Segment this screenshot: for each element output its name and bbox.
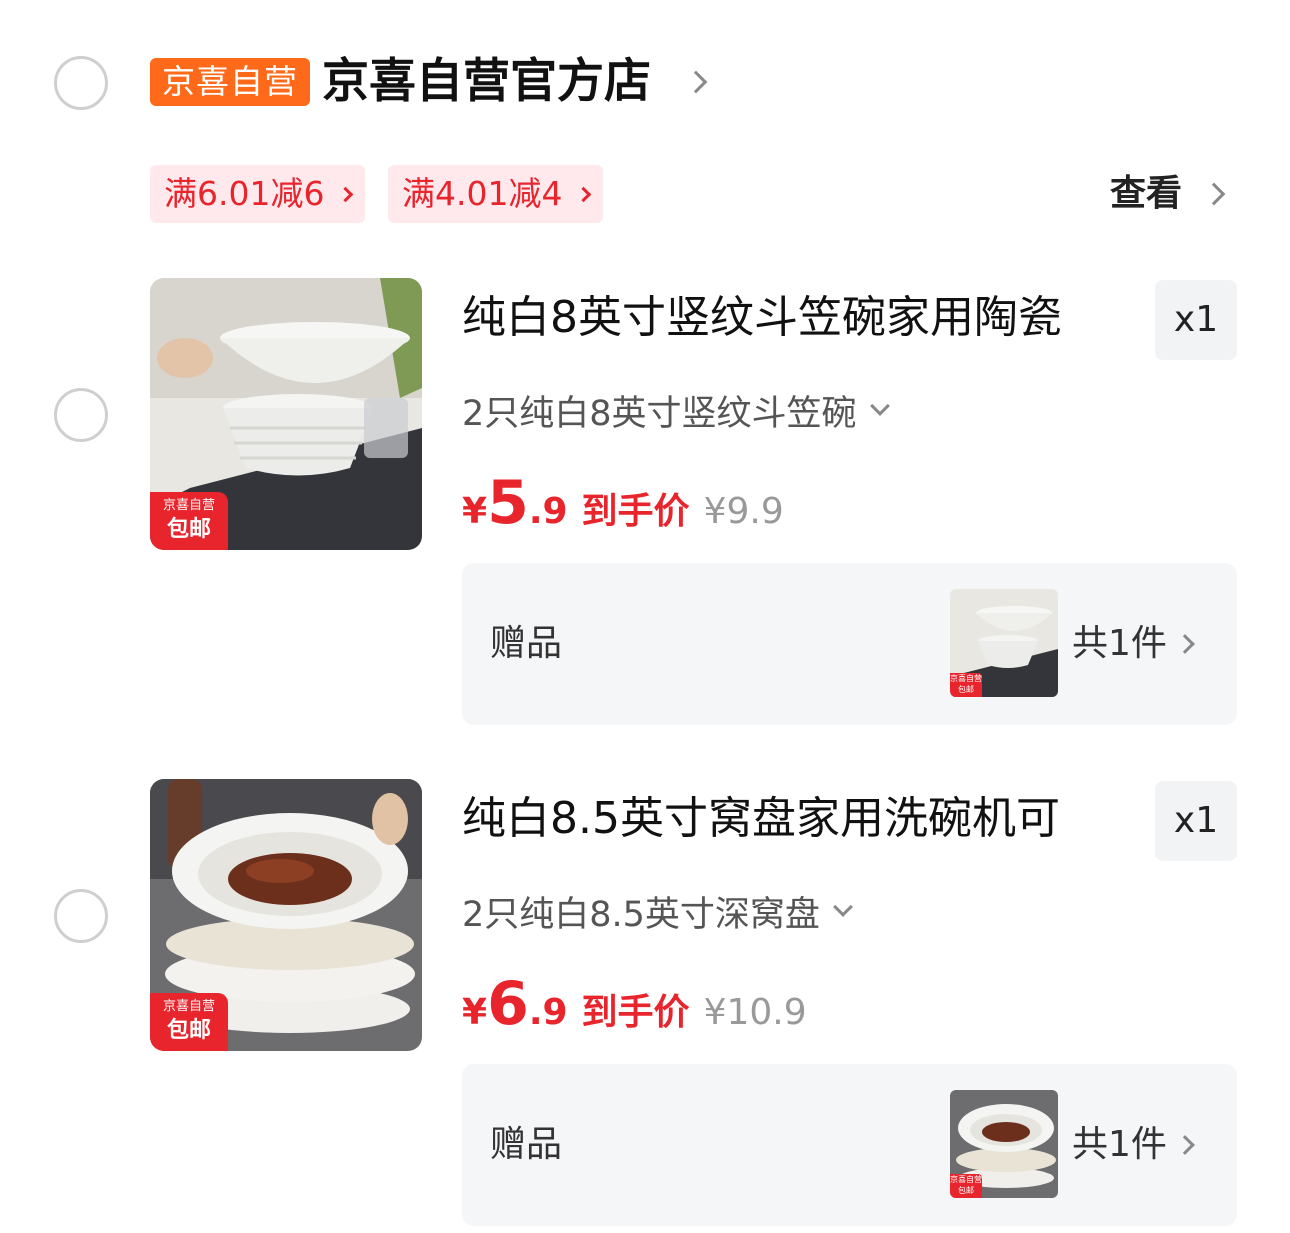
gift-thumbnail[interactable]: 京喜自营 包邮 [950, 589, 1058, 697]
product-spec-selector[interactable]: 2只纯白8英寸竖纹斗笠碗 [462, 390, 890, 438]
price-currency: ¥ [462, 992, 488, 1033]
spec-label: 2只纯白8英寸竖纹斗笠碗 [462, 394, 857, 434]
view-coupons-link[interactable]: 查看 [1110, 170, 1182, 218]
gift-count: 共1件 [1072, 1124, 1167, 1165]
price-label: 到手价 [581, 992, 690, 1033]
gift-tag: 京喜自营 包邮 [950, 1174, 982, 1198]
coupon-tag[interactable]: 满4.01减4 [388, 165, 604, 223]
product-image[interactable]: 京喜自营 包邮 [150, 278, 422, 550]
gift-row[interactable]: 赠品 京喜自营 包邮 共1件 [462, 563, 1237, 725]
chevron-right-icon [1175, 1135, 1195, 1155]
chevron-right-icon [338, 186, 354, 203]
product-price: ¥5.9 到手价 ¥9.9 [462, 468, 784, 538]
gift-count: 共1件 [1072, 623, 1167, 664]
product-select-radio[interactable] [54, 889, 108, 943]
coupon-tag[interactable]: 满6.01减6 [150, 165, 366, 223]
product-spec-selector[interactable]: 2只纯白8.5英寸深窝盘 [462, 891, 853, 939]
price-label: 到手价 [581, 491, 690, 532]
original-price: ¥9.9 [703, 491, 784, 532]
chevron-down-icon [869, 396, 890, 416]
quantity-badge[interactable]: x1 [1155, 280, 1237, 360]
gift-thumbnail[interactable]: 京喜自营 包邮 [950, 1090, 1058, 1198]
product-select-radio[interactable] [54, 388, 108, 442]
self-operated-shipping-tag: 京喜自营 包邮 [150, 492, 228, 550]
tag-bottom-text: 包邮 [166, 517, 211, 542]
chevron-right-icon [576, 186, 592, 203]
gift-label: 赠品 [490, 623, 563, 664]
tag-top-text: 京喜自营 [162, 999, 215, 1014]
chevron-down-icon [833, 897, 853, 917]
chevron-right-icon [1175, 634, 1195, 654]
store-badge: 京喜自营 [150, 58, 310, 106]
self-operated-shipping-tag: 京喜自营 包邮 [150, 993, 228, 1051]
quantity-badge[interactable]: x1 [1155, 781, 1237, 861]
price-integer: 5 [487, 468, 529, 538]
price-decimal: .9 [528, 992, 568, 1033]
product-price: ¥6.9 到手价 ¥10.9 [462, 969, 807, 1039]
tag-top-text: 京喜自营 [162, 498, 215, 513]
tag-bottom-text: 包邮 [166, 1018, 211, 1043]
gift-label: 赠品 [490, 1124, 563, 1165]
product-image[interactable]: 京喜自营 包邮 [150, 779, 422, 1051]
price-currency: ¥ [462, 491, 488, 532]
gift-tag: 京喜自营 包邮 [950, 673, 982, 697]
product-title[interactable]: 纯白8英寸竖纹斗笠碗家用陶瓷 [462, 288, 1132, 348]
price-decimal: .9 [528, 491, 568, 532]
store-name[interactable]: 京喜自营官方店 [322, 52, 651, 112]
product-title[interactable]: 纯白8.5英寸窝盘家用洗碗机可 [462, 789, 1132, 849]
gift-row[interactable]: 赠品 京喜自营 包邮 共1件 [462, 1064, 1237, 1226]
coupon-label: 满4.01减4 [402, 174, 563, 213]
view-chevron-right-icon[interactable] [1202, 182, 1226, 206]
store-chevron-right-icon[interactable] [684, 70, 708, 94]
cart-store-card: 京喜自营 京喜自营官方店 满6.01减6 满4.01减4 查看 京喜自营 包邮 … [0, 0, 1290, 1233]
original-price: ¥10.9 [703, 992, 807, 1033]
store-select-radio[interactable] [54, 56, 108, 110]
spec-label: 2只纯白8.5英寸深窝盘 [462, 895, 820, 935]
price-integer: 6 [487, 969, 529, 1039]
coupon-label: 满6.01减6 [164, 174, 325, 213]
